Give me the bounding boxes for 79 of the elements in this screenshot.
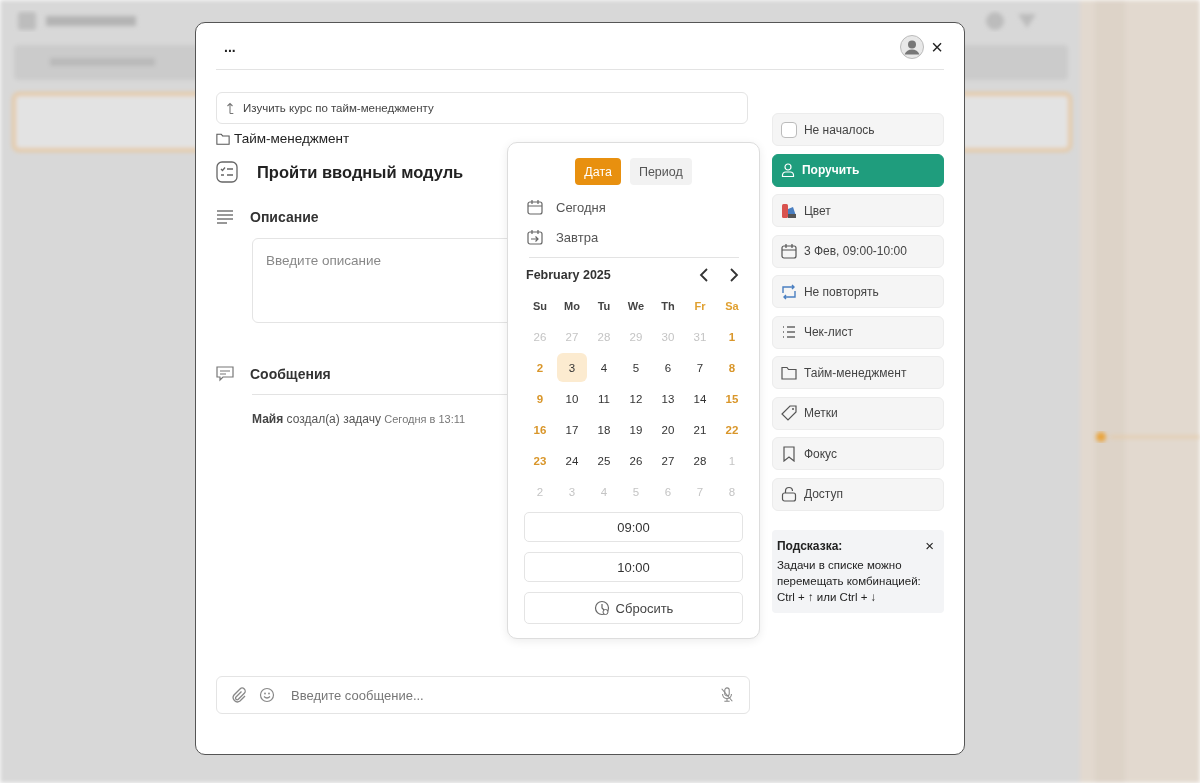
calendar-day[interactable]: 26 [621,446,651,475]
calendar-day[interactable]: 4 [589,353,619,382]
calendar-day[interactable]: 12 [621,384,651,413]
tag-icon [780,405,797,421]
mode-tab[interactable]: Период [629,158,692,185]
calendar-day[interactable]: 18 [589,415,619,444]
more-button[interactable]: ... [224,38,236,55]
avatar-icon[interactable] [900,34,924,59]
calendar-day[interactable]: 21 [685,415,715,444]
palette-icon [780,202,797,219]
calendar-day[interactable]: 25 [589,446,619,475]
list-icon [780,324,797,340]
calendar-day[interactable]: 13 [653,384,683,413]
messages-heading: Сообщения [250,366,331,382]
action-button[interactable]: Тайм-менеджмент [771,356,944,389]
text-lines-icon [216,209,234,225]
calendar-icon [527,199,543,215]
calendar-day[interactable]: 24 [557,446,587,475]
weekday-label: Th [660,298,676,314]
blurred-toolbar-icons-drawing [986,12,1036,30]
muted-microphone-icon[interactable] [718,687,735,703]
calendar-day[interactable]: 10 [557,384,587,413]
checklist-icon [216,161,238,183]
hint-text: Задачи в списке можно перемещать комбинацией: Ctrl + ↑ или Ctrl + ↓ [776,558,922,606]
paperclip-icon[interactable] [231,687,247,703]
calendar-day[interactable]: 17 [557,415,587,444]
calendar-day[interactable]: 20 [653,415,683,444]
task-title: Пройти вводный модуль [257,162,464,182]
arrow-up-icon [225,100,235,116]
repeat-icon [780,283,797,300]
start-time-field[interactable]: 09:00 [524,512,743,542]
folder-icon [780,364,797,381]
person-icon [780,163,795,177]
description-heading: Описание [250,209,319,225]
action-button[interactable]: Доступ [771,477,944,511]
calendar-day[interactable]: 6 [653,353,683,382]
action-button[interactable]: Фокус [771,437,944,470]
folder-icon [216,131,230,146]
month-title: February 2025 [526,268,611,282]
calendar-day[interactable]: 19 [621,415,651,444]
action-button[interactable]: Не повторять [771,275,944,308]
action-button[interactable]: Метки [771,396,944,430]
close-button[interactable]: × [930,36,944,57]
weekday-label: We [626,298,646,314]
project-link[interactable]: Тайм-менеджмент [234,131,350,146]
action-button[interactable]: Цвет [771,194,944,227]
calendar-day[interactable]: 5 [621,353,651,382]
parent-task-field[interactable]: Изучить курс по тайм-менеджменту [216,92,748,124]
message-composer[interactable]: Введите сообщение... [216,676,750,714]
end-time-field[interactable]: 10:00 [524,552,743,582]
bookmark-icon [780,445,797,462]
status-button[interactable]: Не началось [771,113,944,146]
hint-title: Подсказка: [776,538,843,553]
weekday-label: Sa [724,298,740,314]
activity-entry: Майя создал(а) задачу Сегодня в 13:11 [252,412,467,426]
parent-task-title: Изучить курс по тайм-менеджменту [243,102,434,114]
shortcut-option[interactable]: Сегодня [556,199,606,215]
action-button[interactable]: Чек-лист [771,315,944,349]
chevron-left-icon[interactable] [699,268,709,282]
lock-icon [780,486,797,502]
weekday-label: Tu [596,298,612,314]
message-icon [216,366,234,382]
calendar-day[interactable]: 11 [589,384,619,413]
calendar-day[interactable]: 7 [685,353,715,382]
reset-clock-icon [593,600,610,616]
close-button[interactable]: × [925,538,934,553]
weekday-label: Fr [693,298,707,314]
status-checkbox[interactable] [780,121,797,138]
weekday-label: Mo [563,298,581,314]
reset-button[interactable]: Сбросить [524,592,743,624]
calendar-icon [780,243,797,259]
smiley-icon[interactable] [259,687,275,703]
calendar-day[interactable]: 14 [685,384,715,413]
action-button[interactable]: 3 Фев, 09:00-10:00 [771,234,944,268]
weekday-label: Su [531,298,549,314]
calendar-day[interactable]: 3 [557,353,587,382]
chevron-right-icon[interactable] [729,268,739,282]
calendar-day[interactable]: 28 [685,446,715,475]
calendar-day[interactable]: 27 [653,446,683,475]
